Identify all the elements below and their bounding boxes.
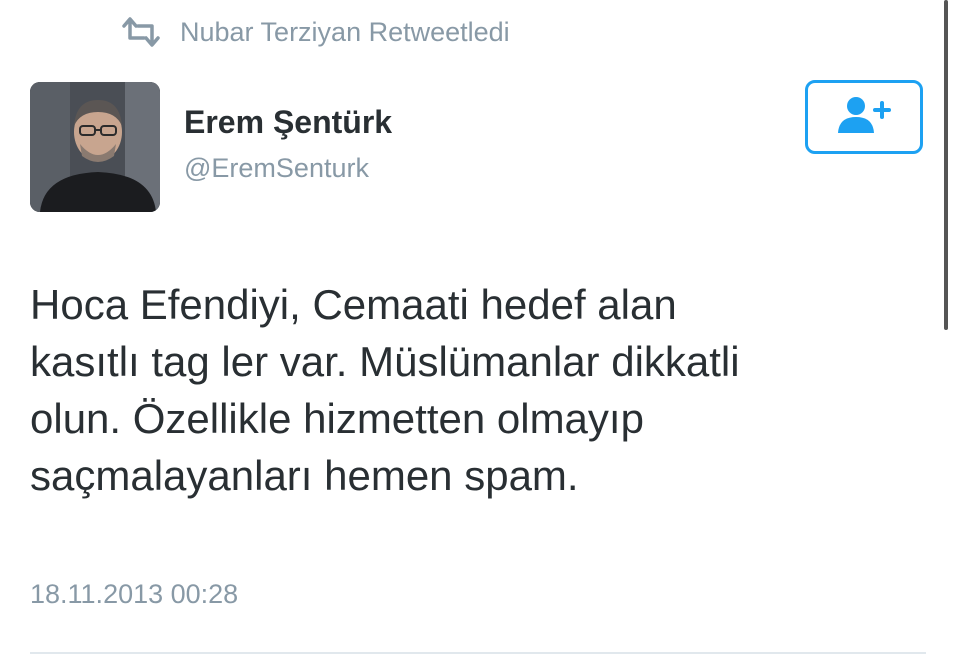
user-block: Erem Şentürk @EremSenturk — [184, 102, 392, 186]
display-name[interactable]: Erem Şentürk — [184, 102, 392, 142]
retweet-context-text[interactable]: Nubar Terziyan Retweetledi — [180, 17, 510, 48]
follow-button[interactable] — [805, 80, 923, 154]
follow-user-icon — [834, 93, 894, 142]
avatar[interactable] — [30, 82, 160, 212]
tweet-text: Hoca Efendiyi, Cemaati hedef alan kasıtl… — [30, 281, 740, 499]
divider — [30, 652, 926, 654]
tweet-timestamp[interactable]: 18.11.2013 00:28 — [30, 574, 238, 614]
retweet-context: Nubar Terziyan Retweetledi — [118, 12, 510, 52]
retweet-icon — [118, 16, 164, 48]
user-handle[interactable]: @EremSenturk — [184, 150, 392, 186]
scrollbar[interactable] — [944, 0, 948, 330]
